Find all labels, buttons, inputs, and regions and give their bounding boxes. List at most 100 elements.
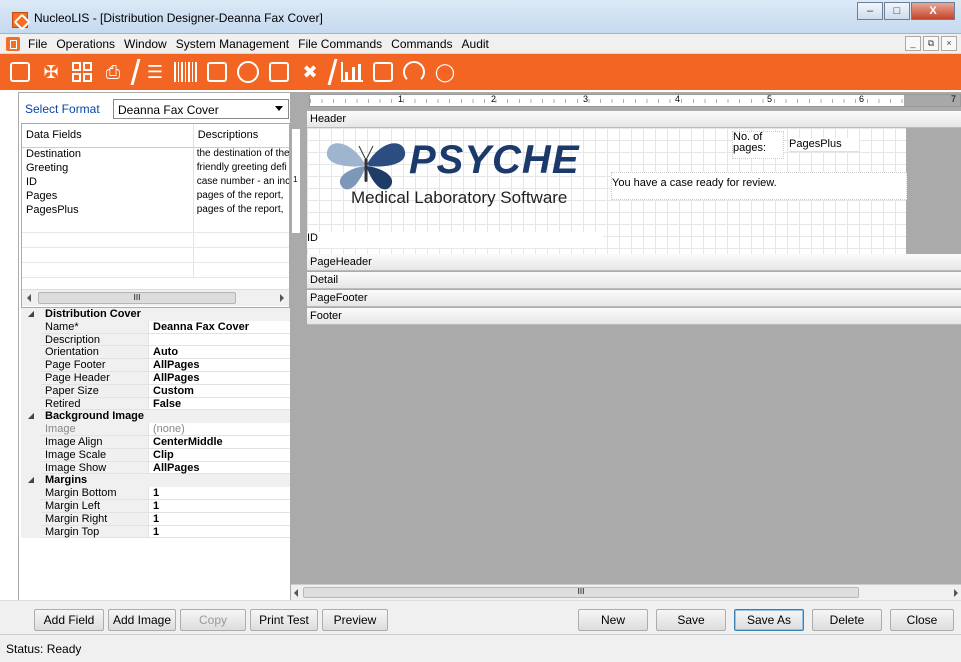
- band-page-header[interactable]: PageHeader: [307, 254, 961, 271]
- psyche-logo[interactable]: PSYCHE Medical Laboratory Software: [321, 130, 581, 210]
- band-detail[interactable]: Detail: [307, 272, 961, 289]
- menu-file[interactable]: File: [28, 37, 47, 51]
- collapse-icon[interactable]: ◢: [21, 474, 41, 488]
- menu-window[interactable]: Window: [124, 37, 167, 51]
- property-row[interactable]: Image (none): [21, 423, 290, 436]
- column-header-descriptions[interactable]: Descriptions: [194, 124, 289, 147]
- property-value[interactable]: 1: [149, 512, 290, 526]
- property-row[interactable]: Page Footer AllPages: [21, 359, 290, 372]
- close-button[interactable]: Close: [890, 609, 954, 631]
- minimize-button[interactable]: –: [857, 2, 883, 20]
- format-select[interactable]: Deanna Fax Cover: [113, 99, 289, 119]
- document-menu-icon[interactable]: [6, 37, 20, 51]
- scroll-thumb[interactable]: III: [303, 587, 859, 598]
- menu-system-management[interactable]: System Management: [176, 37, 289, 51]
- slides-icon[interactable]: ☰: [143, 60, 167, 84]
- property-value[interactable]: AllPages: [149, 371, 290, 385]
- band-footer[interactable]: Footer: [307, 308, 961, 325]
- preview-button[interactable]: Preview: [322, 609, 388, 631]
- document-icon[interactable]: [205, 60, 229, 84]
- category-distribution-cover[interactable]: ◢ Distribution Cover: [21, 308, 290, 321]
- menu-commands[interactable]: Commands: [391, 37, 452, 51]
- property-value[interactable]: False: [149, 397, 290, 411]
- property-row[interactable]: Retired False: [21, 397, 290, 411]
- scroll-left-icon[interactable]: [294, 589, 298, 597]
- table-row[interactable]: Destination the destination of the: [22, 148, 289, 162]
- property-value[interactable]: Custom: [149, 384, 290, 398]
- property-row[interactable]: Margin Top 1: [21, 525, 290, 539]
- column-header-data-fields[interactable]: Data Fields: [22, 124, 194, 147]
- menu-audit[interactable]: Audit: [462, 37, 489, 51]
- no-of-pages-label[interactable]: No. of pages:: [732, 131, 784, 159]
- copy-button[interactable]: Copy: [180, 609, 246, 631]
- save-as-button[interactable]: Save As: [734, 609, 804, 631]
- property-row[interactable]: Margin Bottom 1: [21, 487, 290, 500]
- barcode-icon[interactable]: [174, 60, 198, 84]
- collapse-icon[interactable]: ◢: [21, 410, 41, 424]
- category-margins[interactable]: ◢ Margins: [21, 474, 290, 488]
- scroll-right-icon[interactable]: [954, 589, 958, 597]
- grid-icon[interactable]: [70, 60, 94, 84]
- scroll-right-icon[interactable]: [280, 294, 284, 302]
- property-row[interactable]: Paper Size Custom: [21, 384, 290, 398]
- shield-icon[interactable]: ◯: [433, 60, 457, 84]
- close-window-button[interactable]: X: [911, 2, 955, 20]
- property-row[interactable]: Margin Left 1: [21, 499, 290, 513]
- pages-plus-field[interactable]: PagesPlus: [789, 138, 859, 152]
- scroll-left-icon[interactable]: [27, 294, 31, 302]
- property-row[interactable]: Image Scale Clip: [21, 448, 290, 462]
- table-row[interactable]: PagesPlus pages of the report,: [22, 204, 289, 218]
- table-row[interactable]: Pages pages of the report,: [22, 190, 289, 204]
- dna-icon[interactable]: ✠: [39, 60, 63, 84]
- property-row[interactable]: Image Show AllPages: [21, 461, 290, 475]
- chart-icon[interactable]: [340, 60, 364, 84]
- maximize-button[interactable]: □: [884, 2, 910, 20]
- property-value[interactable]: Deanna Fax Cover: [149, 320, 290, 334]
- property-value[interactable]: CenterMiddle: [149, 435, 290, 449]
- property-row[interactable]: Image Align CenterMiddle: [21, 435, 290, 449]
- property-row[interactable]: Orientation Auto: [21, 346, 290, 360]
- mdi-minimize-button[interactable]: _: [905, 36, 921, 51]
- mdi-close-button[interactable]: ×: [941, 36, 957, 51]
- new-button[interactable]: New: [578, 609, 648, 631]
- property-row[interactable]: Name* Deanna Fax Cover: [21, 320, 290, 334]
- table-row[interactable]: Greeting friendly greeting defi: [22, 162, 289, 176]
- property-row[interactable]: Page Header AllPages: [21, 371, 290, 385]
- property-value[interactable]: 1: [149, 525, 290, 539]
- property-row[interactable]: Description: [21, 333, 290, 347]
- collapse-icon[interactable]: ◢: [21, 308, 41, 321]
- id-field[interactable]: ID: [307, 232, 603, 248]
- header-band-canvas[interactable]: PSYCHE Medical Laboratory Software No. o…: [307, 128, 907, 254]
- property-value[interactable]: 1: [149, 487, 290, 500]
- menu-file-commands[interactable]: File Commands: [298, 37, 382, 51]
- gauge-icon[interactable]: [402, 60, 426, 84]
- menu-operations[interactable]: Operations: [56, 37, 115, 51]
- property-value[interactable]: (none): [149, 423, 290, 436]
- add-case-icon[interactable]: [8, 60, 32, 84]
- band-header[interactable]: Header: [307, 111, 961, 128]
- designer-scrollbar[interactable]: III: [291, 584, 961, 600]
- message-field[interactable]: You have a case ready for review.: [611, 172, 907, 200]
- property-value[interactable]: AllPages: [149, 461, 290, 475]
- property-value[interactable]: AllPages: [149, 359, 290, 372]
- property-value[interactable]: [149, 333, 290, 347]
- window-icon[interactable]: [267, 60, 291, 84]
- delete-button[interactable]: Delete: [812, 609, 882, 631]
- property-value[interactable]: 1: [149, 499, 290, 513]
- property-row[interactable]: Margin Right 1: [21, 512, 290, 526]
- scroll-thumb[interactable]: III: [38, 292, 236, 304]
- at-icon[interactable]: [236, 60, 260, 84]
- save-button[interactable]: Save: [656, 609, 726, 631]
- print-test-button[interactable]: Print Test: [250, 609, 318, 631]
- mdi-restore-button[interactable]: ⧉: [923, 36, 939, 51]
- tools-icon[interactable]: ✖: [298, 60, 322, 84]
- add-field-button[interactable]: Add Field: [34, 609, 104, 631]
- printer-icon[interactable]: ⎙: [101, 60, 125, 84]
- category-background-image[interactable]: ◢ Background Image: [21, 410, 290, 424]
- property-value[interactable]: Auto: [149, 346, 290, 360]
- calendar-add-icon[interactable]: [371, 60, 395, 84]
- add-image-button[interactable]: Add Image: [108, 609, 176, 631]
- table-row[interactable]: ID case number - an inc: [22, 176, 289, 190]
- band-page-footer[interactable]: PageFooter: [307, 290, 961, 307]
- data-fields-scrollbar[interactable]: III: [22, 289, 289, 306]
